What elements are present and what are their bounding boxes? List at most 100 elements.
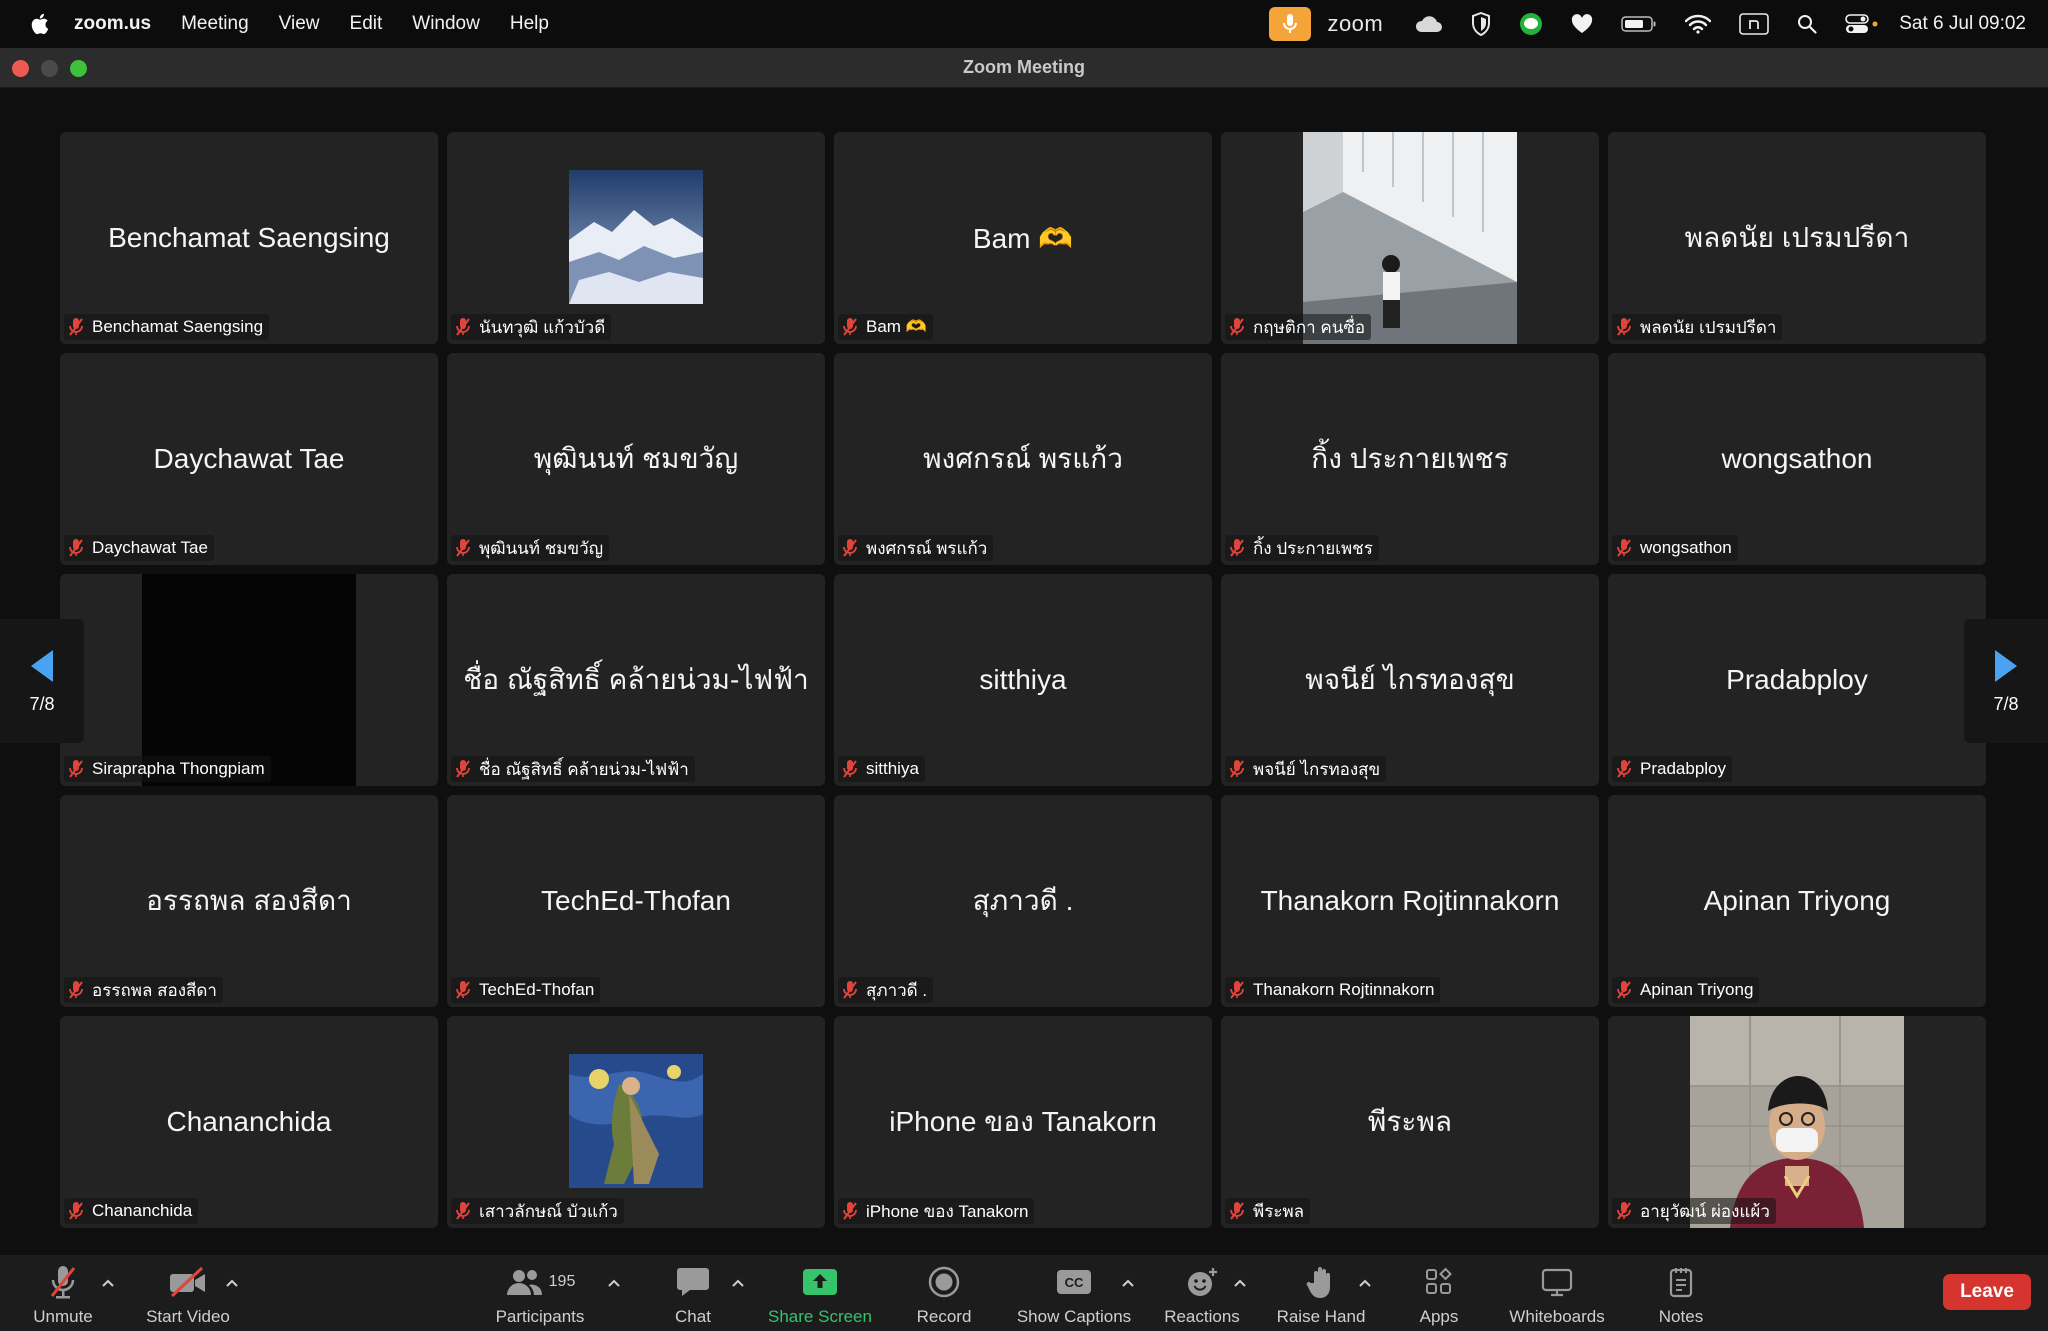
whiteboards-button[interactable]: Whiteboards <box>1497 1263 1617 1327</box>
participant-name: กฤษติกา คนซื่อ <box>1253 317 1366 337</box>
participant-display-name: Apinan Triyong <box>1703 885 1891 916</box>
participant-display-name: Chananchida <box>166 1106 332 1137</box>
macos-menubar: zoom.us Meeting View Edit Window Help zo… <box>0 0 2048 48</box>
participant-name-label: sitthiya <box>838 756 925 782</box>
participant-tile[interactable]: Pradabploy Pradabploy <box>1608 574 1986 786</box>
participants-options-chevron-icon[interactable] <box>607 1275 621 1287</box>
participants-label: Participants <box>495 1307 585 1326</box>
participant-name-label: Pradabploy <box>1612 756 1733 782</box>
chat-button[interactable]: Chat <box>638 1263 748 1327</box>
menu-edit[interactable]: Edit <box>350 13 383 35</box>
next-page-button[interactable]: 7/8 <box>1964 619 2048 743</box>
participant-tile[interactable]: เสาวลักษณ์ บัวแก้ว <box>447 1016 825 1228</box>
window-zoom-button[interactable] <box>70 60 87 77</box>
participant-tile[interactable]: Daychawat Tae Daychawat Tae <box>60 353 438 565</box>
participant-tile[interactable]: iPhone ของ Tanakorn iPhone ของ Tanakorn <box>834 1016 1212 1228</box>
menubar-clock[interactable]: Sat 6 Jul 09:02 <box>1899 13 2026 35</box>
participant-name-label: Bam 🫶 <box>838 314 933 340</box>
previous-page-button[interactable]: 7/8 <box>0 619 84 743</box>
participant-tile[interactable]: พุฒินนท์ ชมขวัญ พุฒินนท์ ชมขวัญ <box>447 353 825 565</box>
zoom-status-item[interactable]: zoom <box>1327 0 1383 48</box>
shield-icon[interactable] <box>1471 0 1491 48</box>
apps-icon <box>1424 1263 1454 1301</box>
participant-tile[interactable]: สุภาวดี . สุภาวดี . <box>834 795 1212 1007</box>
control-center-icon[interactable] <box>1845 0 1879 48</box>
participant-tile[interactable]: กฤษติกา คนซื่อ <box>1221 132 1599 344</box>
video-options-chevron-icon[interactable] <box>225 1275 239 1287</box>
menu-help[interactable]: Help <box>510 13 549 35</box>
participant-tile[interactable]: Apinan Triyong Apinan Triyong <box>1608 795 1986 1007</box>
page-indicator: 7/8 <box>29 693 55 714</box>
participant-name: ชื่อ ณัฐสิทธิ์ คล้ายน่วม-ไฟฟ้า <box>479 759 689 779</box>
record-button[interactable]: Record <box>889 1263 999 1327</box>
participant-name-label: พจนีย์ ไกรทองสุข <box>1225 756 1387 782</box>
participant-tile[interactable]: Bam 🫶 Bam 🫶 <box>834 132 1212 344</box>
menu-view[interactable]: View <box>279 13 320 35</box>
heart-icon[interactable] <box>1571 0 1593 48</box>
participant-name-label: นันทวุฒิ แก้วบัวดี <box>451 314 612 340</box>
participant-tile[interactable]: พีระพล พีระพล <box>1221 1016 1599 1228</box>
participant-display-name: พุฒินนท์ ชมขวัญ <box>533 443 739 474</box>
line-app-icon[interactable] <box>1519 0 1543 48</box>
muted-microphone-icon <box>842 759 858 779</box>
participant-tile[interactable]: พงศกรณ์ พรแก้ว พงศกรณ์ พรแก้ว <box>834 353 1212 565</box>
raise-hand-options-chevron-icon[interactable] <box>1358 1275 1372 1287</box>
raise-hand-label: Raise Hand <box>1276 1307 1366 1326</box>
icloud-icon[interactable] <box>1413 0 1443 48</box>
menu-window[interactable]: Window <box>412 13 480 35</box>
participant-tile[interactable]: Thanakorn Rojtinnakorn Thanakorn Rojtinna… <box>1221 795 1599 1007</box>
participant-tile[interactable]: Benchamat Saengsing Benchamat Saengsing <box>60 132 438 344</box>
spotlight-search-icon[interactable] <box>1797 0 1817 48</box>
window-minimize-button[interactable] <box>41 60 58 77</box>
participant-tile[interactable]: ชื่อ ณัฐสิทธิ์ คล้ายน่วม-ไฟฟ้า ชื่อ ณัฐสิ… <box>447 574 825 786</box>
participant-tile[interactable]: กิ้ง ประกายเพชร กิ้ง ประกายเพชร <box>1221 353 1599 565</box>
wifi-icon[interactable] <box>1685 0 1712 48</box>
apps-label: Apps <box>1419 1307 1459 1326</box>
unmute-button[interactable]: Unmute <box>8 1263 118 1327</box>
participant-name: Chananchida <box>92 1201 193 1220</box>
gallery-view: Benchamat Saengsing Benchamat Saengsing นั… <box>60 132 1988 1230</box>
participant-tile[interactable]: wongsathon wongsathon <box>1608 353 1986 565</box>
participant-display-name: Pradabploy <box>1726 664 1868 695</box>
participant-tile[interactable]: อายุวัฒน์ ผ่องแผ้ว <box>1608 1016 1986 1228</box>
battery-icon[interactable] <box>1621 0 1657 48</box>
record-icon <box>928 1263 960 1301</box>
participant-tile[interactable]: พลดนัย เปรมปรีดา พลดนัย เปรมปรีดา <box>1608 132 1986 344</box>
raise-hand-icon <box>1306 1263 1336 1301</box>
participant-tile[interactable]: พจนีย์ ไกรทองสุข พจนีย์ ไกรทองสุข <box>1221 574 1599 786</box>
menu-meeting[interactable]: Meeting <box>181 13 249 35</box>
reactions-options-chevron-icon[interactable] <box>1233 1275 1247 1287</box>
participant-tile[interactable]: Siraprapha Thongpiam <box>60 574 438 786</box>
participant-tile[interactable]: sitthiya sitthiya <box>834 574 1212 786</box>
show-captions-button[interactable]: CC Show Captions <box>1009 1263 1139 1327</box>
raise-hand-button[interactable]: Raise Hand <box>1266 1263 1376 1327</box>
participant-name: อรรถพล สองสีดา <box>92 980 217 1000</box>
notes-icon <box>1668 1263 1694 1301</box>
participants-button[interactable]: 195 Participants <box>485 1263 595 1327</box>
chat-options-chevron-icon[interactable] <box>731 1275 745 1287</box>
start-video-button[interactable]: Start Video <box>133 1263 243 1327</box>
leave-meeting-button[interactable]: Leave <box>1943 1274 2031 1310</box>
reactions-button[interactable]: Reactions <box>1147 1263 1257 1327</box>
participant-name: พจนีย์ ไกรทองสุข <box>1253 759 1381 779</box>
captions-options-chevron-icon[interactable] <box>1121 1275 1135 1287</box>
participant-display-name: พีระพล <box>1367 1106 1453 1137</box>
menu-app-zoom[interactable]: zoom.us <box>74 13 151 35</box>
participant-display-name: สุภาวดี . <box>972 885 1074 916</box>
microphone-in-use-icon[interactable] <box>1269 7 1312 41</box>
apple-logo-icon[interactable] <box>28 12 50 36</box>
participant-tile[interactable]: นันทวุฒิ แก้วบัวดี <box>447 132 825 344</box>
participant-tile[interactable]: อรรถพล สองสีดา อรรถพล สองสีดา <box>60 795 438 1007</box>
audio-options-chevron-icon[interactable] <box>101 1275 115 1287</box>
input-source-icon[interactable] <box>1739 0 1770 48</box>
window-close-button[interactable] <box>12 60 29 77</box>
share-screen-button[interactable]: Share Screen <box>760 1263 880 1327</box>
participant-tile[interactable]: TechEd-Thofan TechEd-Thofan <box>447 795 825 1007</box>
closed-captions-icon: CC <box>1056 1263 1092 1301</box>
participant-tile[interactable]: Chananchida Chananchida <box>60 1016 438 1228</box>
apps-button[interactable]: Apps <box>1384 1263 1494 1327</box>
reactions-label: Reactions <box>1164 1307 1240 1326</box>
notes-button[interactable]: Notes <box>1626 1263 1736 1327</box>
participant-name: นันทวุฒิ แก้วบัวดี <box>479 317 606 337</box>
participant-name: TechEd-Thofan <box>479 980 595 999</box>
